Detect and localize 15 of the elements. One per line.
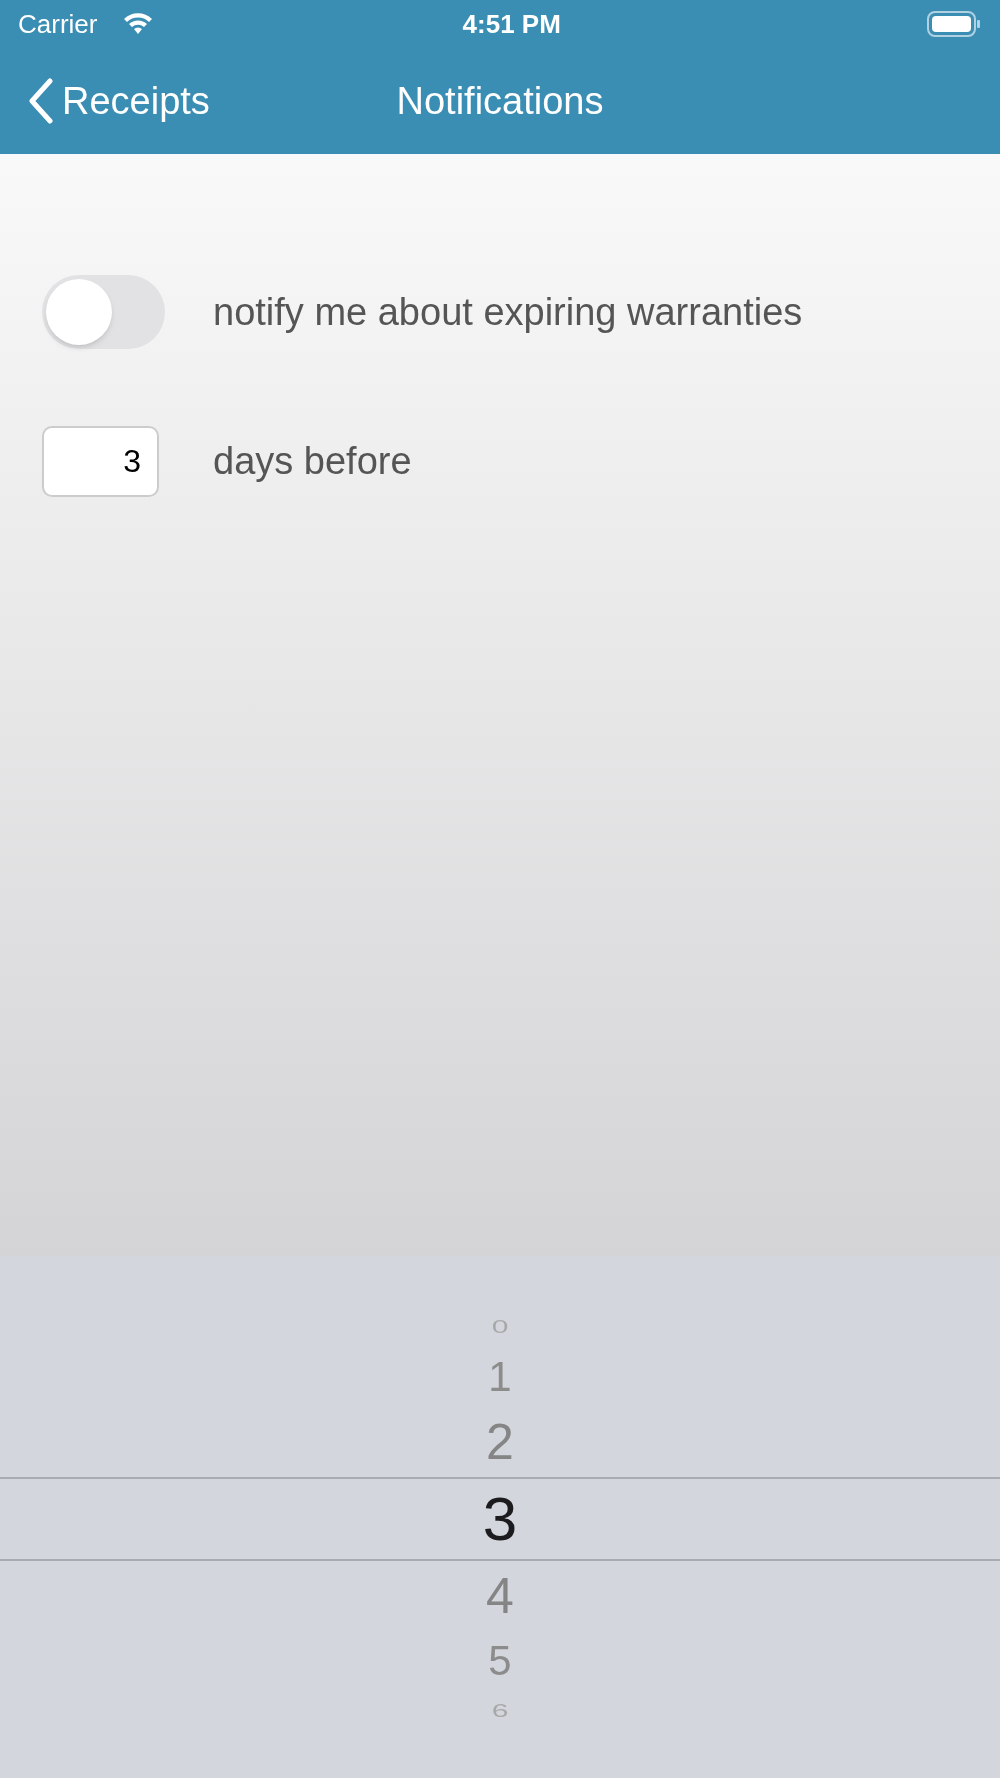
battery-icon [926, 10, 982, 38]
chevron-left-icon [28, 78, 54, 124]
picker-item[interactable]: 2 [486, 1417, 514, 1467]
clock-label: 4:51 PM [462, 7, 561, 41]
picker-item[interactable]: 1 [488, 1356, 512, 1398]
picker-item[interactable]: 3 [482, 1488, 518, 1550]
toggle-label: notify me about expiring warranties [213, 289, 803, 335]
wifi-icon [123, 12, 153, 36]
screen-title: Notifications [396, 78, 604, 124]
carrier-label: Carrier [18, 7, 98, 41]
picker-item[interactable]: 5 [488, 1640, 512, 1682]
days-label: days before [213, 439, 412, 484]
back-button[interactable]: Receipts [0, 72, 210, 130]
picker-item[interactable]: 4 [486, 1571, 514, 1621]
days-field[interactable]: 3 [42, 426, 159, 497]
